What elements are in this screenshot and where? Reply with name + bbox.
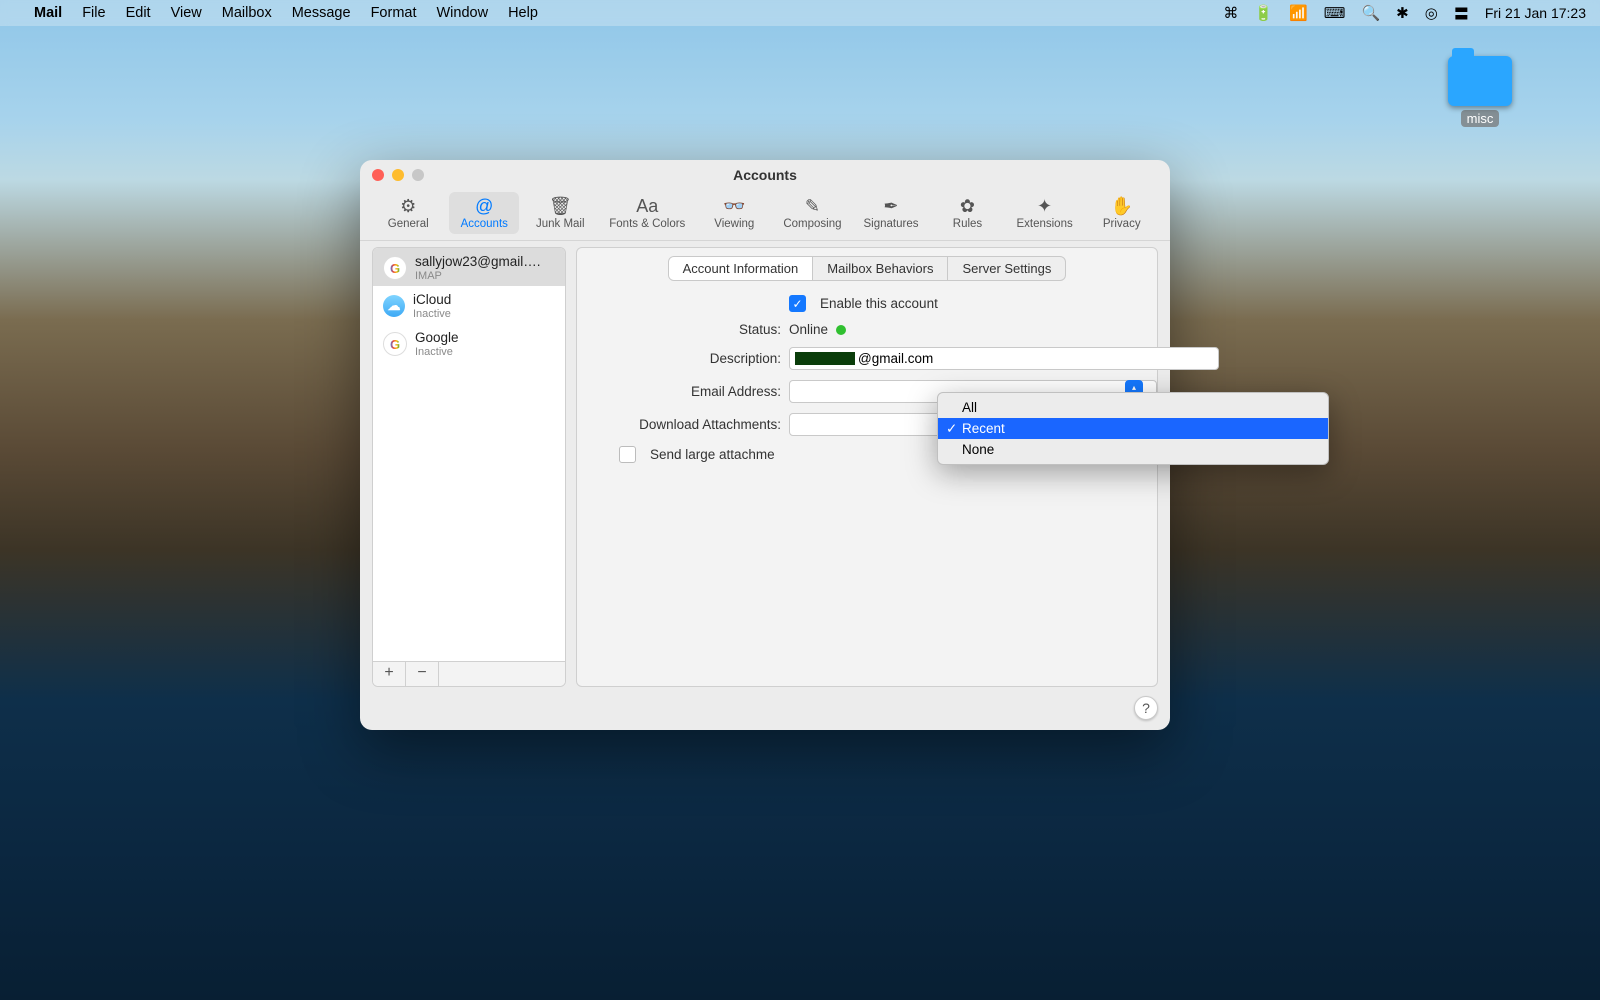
account-sub: Inactive xyxy=(415,346,459,359)
trash-icon: 🗑 xyxy=(549,196,572,216)
gear-icon: ⚙ xyxy=(400,196,416,216)
puzzle-icon: ✦ xyxy=(1037,196,1052,216)
account-sub: Inactive xyxy=(413,308,451,321)
menu-app[interactable]: Mail xyxy=(34,5,62,21)
account-name: sallyjow23@gmail…. xyxy=(415,254,541,270)
toolbar-accounts[interactable]: @Accounts xyxy=(449,192,519,234)
menu-view[interactable]: View xyxy=(171,5,202,21)
compose-icon: ✎ xyxy=(805,196,820,216)
toolbar-fonts-colors[interactable]: AaFonts & Colors xyxy=(601,192,693,234)
bluetooth-icon[interactable]: ✱ xyxy=(1396,4,1409,22)
at-icon: @ xyxy=(475,196,493,216)
toolbar-viewing[interactable]: 👓Viewing xyxy=(699,192,769,234)
status-value: Online xyxy=(789,322,828,337)
battery-icon[interactable]: 🔋 xyxy=(1254,4,1273,22)
font-icon: Aa xyxy=(636,196,658,216)
toolbar-general[interactable]: ⚙General xyxy=(373,192,443,234)
enable-account-checkbox[interactable]: ✓ xyxy=(789,295,806,312)
menu-format[interactable]: Format xyxy=(371,5,417,21)
menu-file[interactable]: File xyxy=(82,5,105,21)
glasses-icon: 👓 xyxy=(723,196,745,216)
account-sub: IMAP xyxy=(415,270,541,283)
desktop-folder-misc[interactable]: misc xyxy=(1440,56,1520,127)
redacted-text xyxy=(795,352,855,365)
download-attachments-label: Download Attachments: xyxy=(591,417,789,432)
dropdown-option-recent[interactable]: Recent xyxy=(938,418,1328,439)
keyboard-icon[interactable]: ⌨ xyxy=(1324,4,1346,22)
menubar-clock[interactable]: Fri 21 Jan 17:23 xyxy=(1485,5,1586,21)
desktop: Mail File Edit View Mailbox Message Form… xyxy=(0,0,1600,1000)
folder-icon xyxy=(1448,56,1512,106)
menu-message[interactable]: Message xyxy=(292,5,351,21)
toolbar-privacy[interactable]: ✋Privacy xyxy=(1087,192,1157,234)
account-detail-panel: Account Information Mailbox Behaviors Se… xyxy=(576,247,1158,687)
zoom-button[interactable] xyxy=(412,169,424,181)
menubar: Mail File Edit View Mailbox Message Form… xyxy=(0,0,1600,26)
tab-account-information[interactable]: Account Information xyxy=(669,257,814,280)
online-indicator-icon xyxy=(836,325,846,335)
remove-account-button[interactable]: − xyxy=(406,662,439,686)
account-row-icloud[interactable]: ☁ iCloudInactive xyxy=(373,286,565,324)
toolbar-composing[interactable]: ✎Composing xyxy=(775,192,849,234)
account-name: iCloud xyxy=(413,292,451,308)
controlcenter-icon[interactable]: 〓 xyxy=(1454,3,1469,24)
status-label: Status: xyxy=(591,322,789,337)
download-attachments-dropdown: All Recent None xyxy=(937,392,1329,465)
user-icon[interactable]: ◎ xyxy=(1425,4,1438,22)
statusitem-icon[interactable]: ⌘ xyxy=(1223,4,1238,22)
detail-tabs: Account Information Mailbox Behaviors Se… xyxy=(668,256,1067,281)
signature-icon: ✒ xyxy=(883,196,898,216)
wifi-icon[interactable]: 📶 xyxy=(1289,4,1308,22)
rules-icon: ✿ xyxy=(960,196,975,216)
help-button[interactable]: ? xyxy=(1134,696,1158,720)
toolbar-junk-mail[interactable]: 🗑Junk Mail xyxy=(525,192,595,234)
account-name: Google xyxy=(415,330,459,346)
send-large-attachments-label: Send large attachme xyxy=(650,447,775,462)
accounts-sidebar: G sallyjow23@gmail….IMAP ☁ iCloudInactiv… xyxy=(372,247,566,687)
enable-account-label: Enable this account xyxy=(820,296,938,311)
toolbar-rules[interactable]: ✿Rules xyxy=(932,192,1002,234)
account-row-gmail[interactable]: G sallyjow23@gmail….IMAP xyxy=(373,248,565,286)
description-label: Description: xyxy=(591,351,789,366)
cloud-icon: ☁ xyxy=(383,295,405,317)
preferences-window: Accounts ⚙General @Accounts 🗑Junk Mail A… xyxy=(360,160,1170,730)
add-account-button[interactable]: + xyxy=(373,662,406,686)
menu-edit[interactable]: Edit xyxy=(126,5,151,21)
close-button[interactable] xyxy=(372,169,384,181)
tab-server-settings[interactable]: Server Settings xyxy=(948,257,1065,280)
hand-icon: ✋ xyxy=(1111,196,1133,216)
folder-label: misc xyxy=(1461,110,1500,127)
window-titlebar[interactable]: Accounts xyxy=(360,160,1170,190)
tab-mailbox-behaviors[interactable]: Mailbox Behaviors xyxy=(813,257,948,280)
menu-help[interactable]: Help xyxy=(508,5,538,21)
spotlight-icon[interactable]: 🔍 xyxy=(1361,4,1380,22)
account-row-google[interactable]: G GoogleInactive xyxy=(373,324,565,362)
dropdown-option-none[interactable]: None xyxy=(938,439,1328,460)
menu-window[interactable]: Window xyxy=(436,5,488,21)
minimize-button[interactable] xyxy=(392,169,404,181)
google-icon: G xyxy=(383,332,407,356)
menu-mailbox[interactable]: Mailbox xyxy=(222,5,272,21)
send-large-attachments-checkbox[interactable] xyxy=(619,446,636,463)
toolbar-signatures[interactable]: ✒Signatures xyxy=(855,192,926,234)
preferences-toolbar: ⚙General @Accounts 🗑Junk Mail AaFonts & … xyxy=(360,190,1170,241)
window-title: Accounts xyxy=(733,167,797,183)
email-address-label: Email Address: xyxy=(591,384,789,399)
toolbar-extensions[interactable]: ✦Extensions xyxy=(1008,192,1080,234)
google-icon: G xyxy=(383,256,407,280)
dropdown-option-all[interactable]: All xyxy=(938,397,1328,418)
